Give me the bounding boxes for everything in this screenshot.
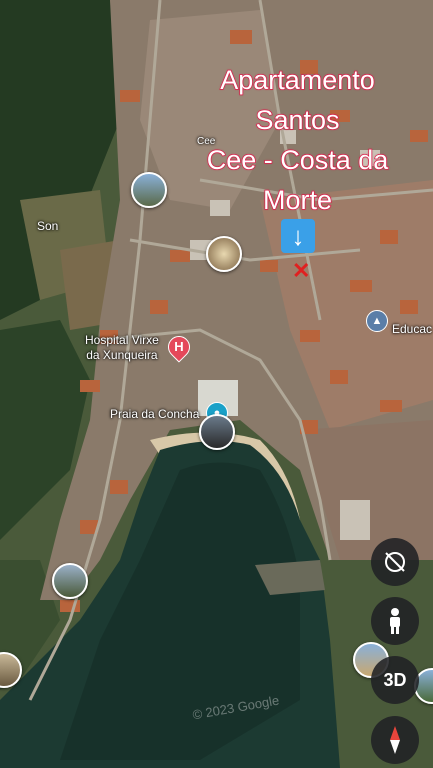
photo-pin-3[interactable] bbox=[199, 414, 235, 450]
label-praia[interactable]: Praia da Concha bbox=[110, 407, 199, 421]
photo-pin-1[interactable] bbox=[131, 172, 167, 208]
rotate-lock-icon bbox=[385, 552, 405, 572]
photo-pin-2[interactable] bbox=[206, 236, 242, 272]
compass-button[interactable] bbox=[371, 716, 419, 764]
title-line-3: Cee - Costa da bbox=[206, 144, 389, 175]
label-education[interactable]: Educac bbox=[392, 322, 432, 336]
x-marker-icon: ✕ bbox=[292, 258, 311, 283]
title-line-1: Apartamento bbox=[220, 64, 376, 95]
hospital-name-line-2: da Xunqueira bbox=[86, 348, 158, 362]
rotate-lock-button[interactable] bbox=[371, 538, 419, 586]
title-line-2: Santos bbox=[255, 104, 340, 135]
street-view-button[interactable] bbox=[371, 597, 419, 645]
listing-title: Apartamento Santos Cee - Costa da Morte bbox=[185, 60, 410, 220]
label-son: Son bbox=[37, 219, 59, 233]
three-d-button[interactable]: 3D bbox=[371, 656, 419, 704]
compass-icon bbox=[390, 726, 400, 754]
down-arrow-icon: ↓ bbox=[281, 219, 315, 253]
pegman-icon bbox=[390, 608, 400, 634]
label-hospital[interactable]: Hospital Virxe da Xunqueira bbox=[85, 333, 159, 363]
label-cee: Cee bbox=[197, 136, 216, 147]
photo-pin-4[interactable] bbox=[52, 563, 88, 599]
title-line-4: Morte bbox=[262, 184, 333, 215]
education-icon[interactable]: ▲ bbox=[366, 310, 388, 332]
hospital-name-line-1: Hospital Virxe bbox=[85, 333, 159, 347]
